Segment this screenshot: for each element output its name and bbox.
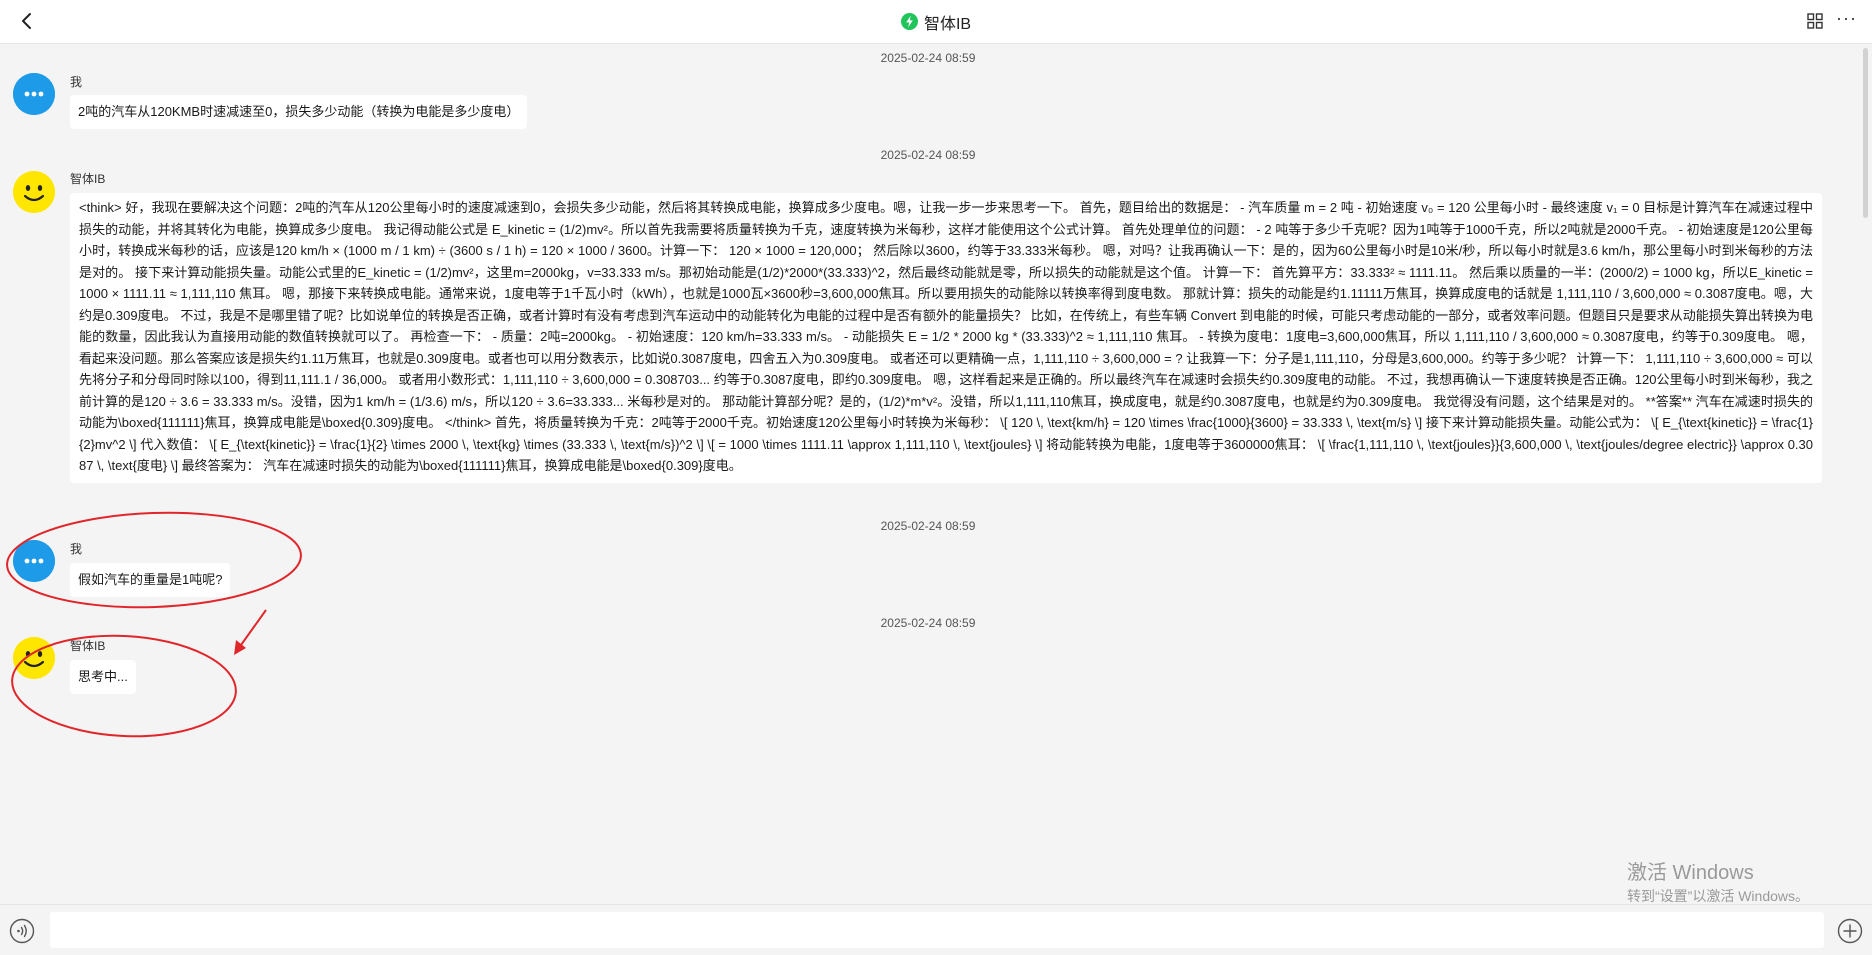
sender-name: 我 [70,75,83,89]
add-attachment-button[interactable] [1837,918,1863,944]
grid-apps-icon [1807,13,1823,29]
chat-scrollbar[interactable] [1863,44,1868,904]
message-timestamp: 2025-02-24 08:59 [880,519,976,533]
bot-avatar[interactable] [13,637,55,679]
message-bubble[interactable]: 2吨的汽车从120KMB时速减速至0，损失多少动能（转换为电能是多少度电） [70,95,528,129]
voice-waves-icon [9,918,35,944]
annotation-arrowhead [234,640,246,655]
sender-name: 智体IB [70,172,106,186]
sender-name: 我 [70,542,83,556]
message-bubble[interactable]: 思考中... [70,660,136,694]
title-bar: 智体IB ··· [0,0,1872,44]
composer-bar [0,904,1872,955]
user-avatar[interactable] [13,540,55,582]
plus-circle-icon [1837,918,1863,944]
grid-apps-button[interactable] [1806,12,1824,30]
chat-bubble-icon [13,73,55,115]
message-timestamp: 2025-02-24 08:59 [880,51,976,65]
page-title: 智体IB [923,15,972,33]
message-bubble[interactable]: <think> 好，我现在要解决这个问题：2吨的汽车从120公里每小时的速度减速… [70,193,1822,483]
smiley-face-icon [13,637,55,679]
scrollbar-thumb[interactable] [1863,48,1868,218]
watermark-line-2: 转到“设置”以激活 Windows。 [1627,888,1810,904]
watermark-line-1: 激活 Windows [1627,862,1754,884]
more-dots-icon: ··· [1836,8,1857,28]
message-timestamp: 2025-02-24 08:59 [880,616,976,630]
message-input[interactable] [50,912,1824,948]
chat-bubble-icon [13,540,55,582]
windows-activation-watermark: 激活 Windows 转到“设置”以激活 Windows。 [1627,860,1809,906]
message-bubble[interactable]: 假如汽车的重量是1吨呢? [70,563,231,597]
bot-avatar[interactable] [13,171,55,213]
user-avatar[interactable] [13,73,55,115]
message-timestamp: 2025-02-24 08:59 [880,148,976,162]
sender-name: 智体IB [70,639,106,653]
chat-title: 智体IB [0,0,1872,43]
bolt-badge-icon [900,13,918,30]
voice-input-button[interactable] [9,918,35,944]
more-options-button[interactable]: ··· [1836,8,1858,32]
smiley-face-icon [13,171,55,213]
